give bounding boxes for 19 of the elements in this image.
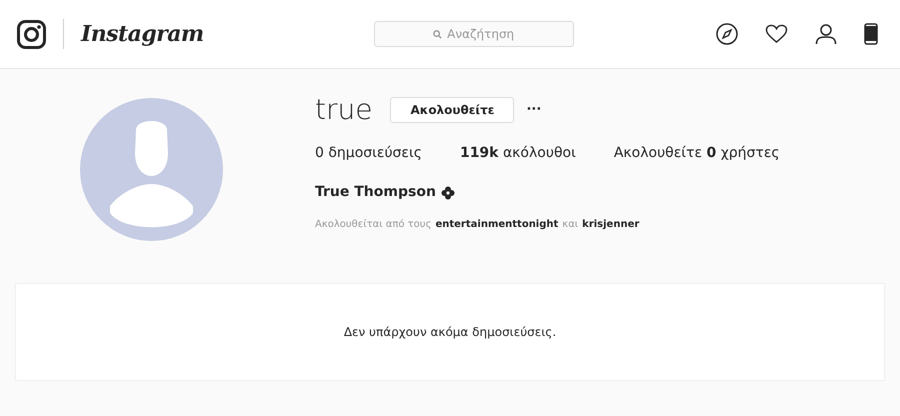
more-button[interactable]: ··· xyxy=(524,100,544,120)
heart-icon[interactable] xyxy=(765,24,788,44)
followed-by-text: Ακολουθείται από τους entertainmenttonight και krisjenner xyxy=(315,217,640,232)
profile-stat[interactable]: Ακολουθείτε 0 χρήστες xyxy=(614,143,780,164)
follow-button[interactable]: Ακολουθείτε xyxy=(390,97,514,123)
person-icon[interactable] xyxy=(815,23,837,45)
full-name: True Thompson xyxy=(315,183,436,202)
flower-icon xyxy=(440,186,455,200)
username-link[interactable]: krisjenner xyxy=(582,217,640,232)
logo-wordmark[interactable]: Instagram xyxy=(81,18,204,50)
username-link[interactable]: entertainmenttonight xyxy=(435,217,558,232)
username: true xyxy=(315,92,372,128)
camera-logo-icon[interactable] xyxy=(17,20,46,48)
profile-stat: 0 δημοσιεύσεις xyxy=(315,144,422,163)
empty-posts-message: Δεν υπάρχουν ακόμα δημοσιεύσεις. xyxy=(344,324,556,341)
profile-stat[interactable]: 119k ακόλουθοι xyxy=(460,143,576,164)
compass-icon[interactable] xyxy=(716,23,738,45)
phone-icon[interactable] xyxy=(864,23,878,45)
search-icon xyxy=(433,30,442,38)
